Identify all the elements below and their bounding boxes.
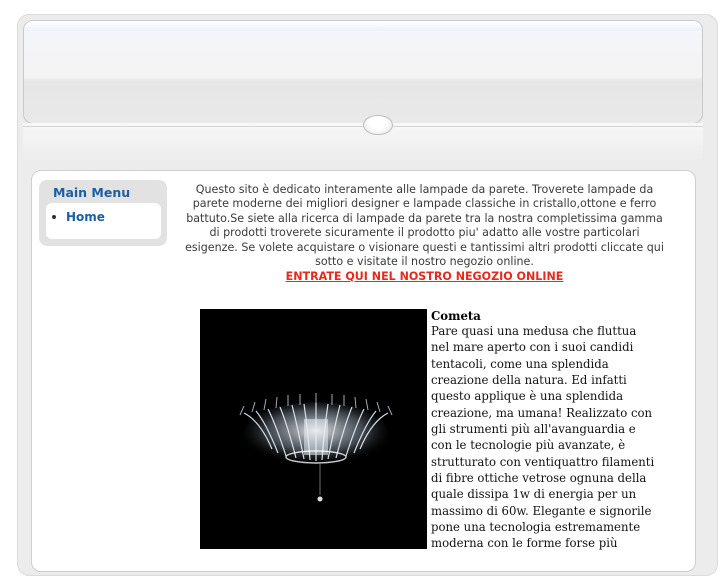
intro-paragraph: Questo sito è dedicato interamente alle …	[185, 183, 664, 269]
product-title: Cometa	[431, 309, 481, 323]
chandelier-lamp-icon	[239, 393, 393, 502]
menu-bullet-icon	[52, 215, 56, 219]
site-header	[23, 20, 703, 124]
product-description: Pare quasi una medusa che fluttua nel ma…	[431, 324, 655, 551]
header-divider	[23, 123, 703, 163]
product-image[interactable]	[200, 309, 427, 549]
header-top-band	[24, 21, 702, 31]
menu-item-home[interactable]: Home	[66, 210, 105, 224]
main-menu-title: Main Menu	[53, 185, 131, 200]
divider-knob	[363, 115, 393, 135]
shop-online-link[interactable]: ENTRATE QUI NEL NOSTRO NEGOZIO ONLINE	[183, 270, 666, 283]
